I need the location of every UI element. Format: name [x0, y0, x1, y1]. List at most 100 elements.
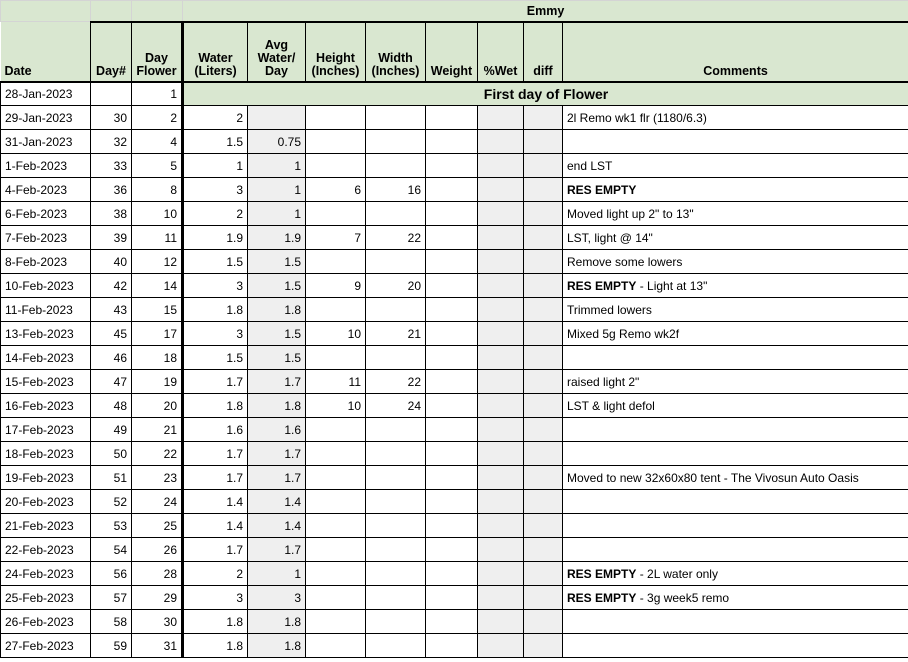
cell-height-inches[interactable]: 10 [305, 393, 366, 418]
cell-comments[interactable] [561, 513, 908, 538]
cell-water-liters[interactable]: 3 [181, 273, 248, 298]
cell-water-liters[interactable]: 1.8 [181, 393, 248, 418]
cell-percent-wet[interactable] [477, 417, 524, 442]
cell-day-flower[interactable]: 11 [131, 225, 183, 250]
cell-percent-wet[interactable] [477, 441, 524, 466]
cell-weight[interactable] [425, 465, 478, 490]
cell-width-inches[interactable]: 21 [365, 321, 426, 346]
cell-comments[interactable] [561, 633, 908, 658]
cell-width-inches[interactable] [365, 105, 426, 130]
cell-water-liters[interactable]: 1.7 [181, 369, 248, 394]
cell-diff[interactable] [523, 561, 563, 586]
header-avg-water-per-day[interactable]: Avg Water/ Day [247, 20, 306, 83]
cell-comments[interactable]: 2l Remo wk1 flr (1180/6.3) [561, 105, 908, 130]
cell-avg-water-per-day[interactable]: 1.9 [247, 225, 306, 250]
cell-avg-water-per-day[interactable]: 1.5 [247, 321, 306, 346]
table-row[interactable]: 16-Feb-2023 48 20 1.8 1.8 10 24 LST & light def… [0, 393, 908, 418]
cell-width-inches[interactable] [365, 129, 426, 154]
cell-day-flower[interactable]: 2 [131, 105, 183, 130]
header-weight[interactable]: Weight [425, 20, 478, 83]
cell-diff[interactable] [523, 585, 563, 610]
cell-percent-wet[interactable] [477, 585, 524, 610]
cell-diff[interactable] [523, 609, 563, 634]
cell-water-liters[interactable]: 1.4 [181, 489, 248, 514]
cell-percent-wet[interactable] [477, 369, 524, 394]
cell-date[interactable]: 21-Feb-2023 [0, 513, 91, 538]
cell-day-number[interactable]: 43 [90, 297, 132, 322]
cell-weight[interactable] [425, 369, 478, 394]
cell-avg-water-per-day[interactable]: 1.5 [247, 345, 306, 370]
cell-day-number[interactable]: 40 [90, 249, 132, 274]
cell-day-flower[interactable]: 19 [131, 369, 183, 394]
cell-avg-water-per-day[interactable]: 1 [247, 201, 306, 226]
cell-weight[interactable] [425, 177, 478, 202]
cell-width-inches[interactable] [365, 537, 426, 562]
cell-water-liters[interactable]: 1.5 [181, 249, 248, 274]
header-date[interactable]: Date [0, 21, 91, 83]
cell-height-inches[interactable] [305, 249, 366, 274]
cell-weight[interactable] [425, 225, 478, 250]
cell-avg-water-per-day[interactable]: 1 [247, 561, 306, 586]
cell-comments[interactable] [561, 441, 908, 466]
cell-day-flower[interactable]: 21 [131, 417, 183, 442]
header-height-inches[interactable]: Height (Inches) [305, 20, 366, 83]
cell-avg-water-per-day[interactable] [247, 105, 306, 130]
cell-diff[interactable] [523, 249, 563, 274]
cell-height-inches[interactable] [305, 537, 366, 562]
cell-percent-wet[interactable] [477, 273, 524, 298]
cell-height-inches[interactable]: 7 [305, 225, 366, 250]
cell-day-number[interactable]: 59 [90, 633, 132, 658]
cell-comments[interactable]: Trimmed lowers [561, 297, 908, 322]
cell-avg-water-per-day[interactable]: 3 [247, 585, 306, 610]
cell-avg-water-per-day[interactable]: 1.7 [247, 441, 306, 466]
cell-weight[interactable] [425, 345, 478, 370]
cell-date[interactable]: 27-Feb-2023 [0, 633, 91, 658]
cell-date[interactable]: 28-Jan-2023 [0, 81, 91, 106]
cell-day-flower[interactable]: 22 [131, 441, 183, 466]
cell-date[interactable]: 14-Feb-2023 [0, 345, 91, 370]
cell-diff[interactable] [523, 345, 563, 370]
cell-height-inches[interactable] [305, 489, 366, 514]
cell-avg-water-per-day[interactable]: 1.8 [247, 609, 306, 634]
cell-weight[interactable] [425, 321, 478, 346]
cell-avg-water-per-day[interactable]: 1.6 [247, 417, 306, 442]
cell-day-flower[interactable]: 24 [131, 489, 183, 514]
cell-width-inches[interactable] [365, 633, 426, 658]
cell-date[interactable]: 4-Feb-2023 [0, 177, 91, 202]
cell-diff[interactable] [523, 153, 563, 178]
cell-diff[interactable] [523, 321, 563, 346]
cell-weight[interactable] [425, 513, 478, 538]
cell-percent-wet[interactable] [477, 225, 524, 250]
cell-diff[interactable] [523, 105, 563, 130]
cell-day-number[interactable]: 58 [90, 609, 132, 634]
cell-water-liters[interactable]: 3 [181, 585, 248, 610]
cell-percent-wet[interactable] [477, 537, 524, 562]
header-diff[interactable]: diff [523, 20, 563, 83]
cell-water-liters[interactable]: 1.7 [181, 537, 248, 562]
cell-percent-wet[interactable] [477, 297, 524, 322]
cell-height-inches[interactable] [305, 561, 366, 586]
cell-day-number[interactable]: 46 [90, 345, 132, 370]
cell-comments[interactable] [561, 129, 908, 154]
cell-width-inches[interactable] [365, 153, 426, 178]
cell-weight[interactable] [425, 393, 478, 418]
cell-height-inches[interactable]: 9 [305, 273, 366, 298]
cell-comments[interactable]: LST, light @ 14" [561, 225, 908, 250]
cell-percent-wet[interactable] [477, 321, 524, 346]
cell-diff[interactable] [523, 417, 563, 442]
table-row[interactable]: 27-Feb-2023 59 31 1.8 1.8 [0, 633, 908, 658]
cell-date[interactable]: 6-Feb-2023 [0, 201, 91, 226]
cell-diff[interactable] [523, 129, 563, 154]
table-row[interactable]: 19-Feb-2023 51 23 1.7 1.7 Moved to new 32x60x… [0, 465, 908, 490]
cell-avg-water-per-day[interactable]: 1.7 [247, 369, 306, 394]
table-row[interactable]: 4-Feb-2023 36 8 3 1 6 16 RES EMPTY [0, 177, 908, 202]
table-row[interactable]: 10-Feb-2023 42 14 3 1.5 9 20 RES EMPTY - Light … [0, 273, 908, 298]
cell-day-flower[interactable]: 20 [131, 393, 183, 418]
cell-weight[interactable] [425, 129, 478, 154]
cell-avg-water-per-day[interactable]: 1.4 [247, 513, 306, 538]
cell-weight[interactable] [425, 273, 478, 298]
table-row[interactable]: 6-Feb-2023 38 10 2 1 Moved light up 2" to 13" [0, 201, 908, 226]
cell-water-liters[interactable]: 1.9 [181, 225, 248, 250]
cell-height-inches[interactable] [305, 345, 366, 370]
cell-diff[interactable] [523, 393, 563, 418]
